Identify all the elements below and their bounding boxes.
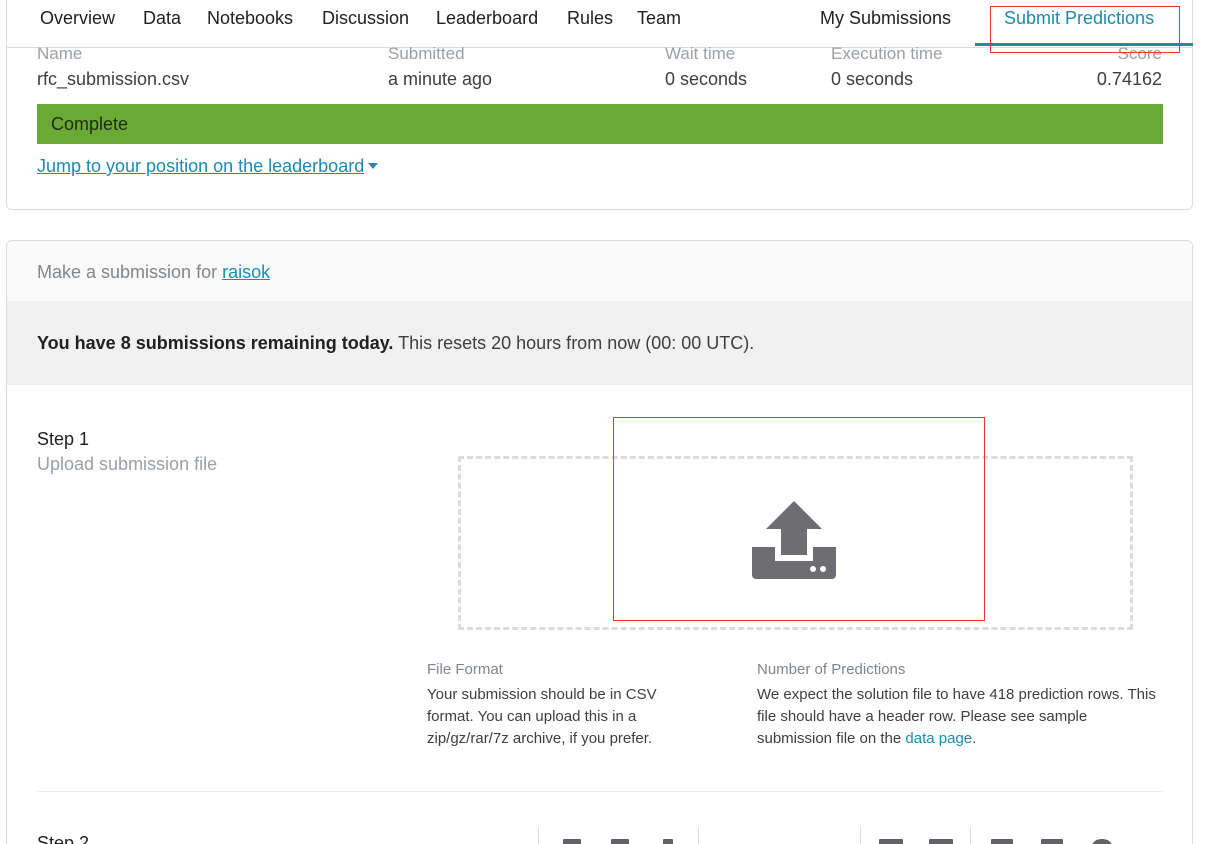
image-icon[interactable] — [1041, 839, 1063, 844]
table-icon[interactable] — [991, 839, 1013, 844]
step2-label: Step 2 — [37, 833, 90, 844]
toolbar-separator — [698, 827, 699, 844]
tab-data[interactable]: Data — [143, 8, 181, 29]
submission-wait-time: 0 seconds — [665, 69, 748, 89]
bold-icon[interactable] — [611, 839, 629, 844]
reset-time: This resets 20 hours from now (00: 00 UT… — [393, 333, 755, 353]
tab-overview[interactable]: Overview — [40, 8, 115, 29]
tab-team[interactable]: Team — [637, 8, 681, 29]
submission-title-prefix: Make a submission for — [37, 262, 218, 282]
bullet-list-icon[interactable] — [879, 839, 903, 844]
predictions-text: We expect the solution file to have 418 … — [757, 684, 1163, 750]
submission-score: 0.74162 — [1096, 69, 1162, 89]
header-name: Name — [37, 44, 83, 63]
section-divider — [37, 791, 1163, 792]
competition-tabs: Overview Data Notebooks Discussion Leade… — [7, 0, 1193, 48]
help-icon[interactable] — [1091, 839, 1113, 844]
submission-time: a minute ago — [388, 69, 493, 89]
numbered-list-icon[interactable] — [929, 839, 953, 844]
submission-file-name: rfc_submission.csv — [37, 69, 190, 89]
submissions-card: Overview Data Notebooks Discussion Leade… — [6, 0, 1193, 210]
upload-icon[interactable] — [752, 499, 836, 581]
tab-leaderboard[interactable]: Leaderboard — [436, 8, 538, 29]
tab-rules[interactable]: Rules — [567, 8, 613, 29]
tab-notebooks[interactable]: Notebooks — [207, 8, 293, 29]
heading-icon[interactable] — [563, 839, 581, 844]
tab-submit-predictions[interactable]: Submit Predictions — [1004, 8, 1154, 29]
team-name-link[interactable]: raisok — [222, 262, 270, 282]
remaining-text: You have 8 submissions remaining today. … — [37, 333, 754, 354]
submission-execution-time: 0 seconds — [831, 69, 914, 89]
tab-my-submissions[interactable]: My Submissions — [820, 8, 951, 29]
tab-discussion[interactable]: Discussion — [322, 8, 409, 29]
toolbar-separator — [970, 827, 971, 844]
toolbar-separator — [538, 827, 539, 844]
step1-description: Upload submission file — [37, 454, 218, 474]
predictions-heading: Number of Predictions — [757, 661, 906, 678]
caret-down-icon — [368, 163, 379, 169]
jump-to-leaderboard-link[interactable]: Jump to your position on the leaderboard — [37, 156, 379, 177]
header-wait-time: Wait time — [665, 44, 736, 63]
toolbar-separator — [860, 827, 861, 844]
italic-icon[interactable] — [663, 839, 673, 844]
step1-label: Step 1 — [37, 429, 90, 449]
file-format-text: Your submission should be in CSV format.… — [427, 686, 657, 747]
predictions-end: . — [972, 730, 977, 747]
status-badge: Complete — [37, 104, 1163, 144]
data-page-link[interactable]: data page — [905, 730, 972, 747]
header-score: Score — [1117, 44, 1162, 63]
jump-link-label: Jump to your position on the leaderboard — [37, 156, 365, 176]
remaining-count: You have 8 submissions remaining today. — [37, 333, 394, 353]
file-format-heading: File Format — [427, 661, 503, 678]
make-submission-card: Make a submission for raisok You have 8 … — [6, 240, 1193, 844]
header-execution-time: Execution time — [831, 44, 943, 63]
header-submitted: Submitted — [388, 44, 465, 63]
submission-title: Make a submission for raisok — [37, 262, 270, 283]
